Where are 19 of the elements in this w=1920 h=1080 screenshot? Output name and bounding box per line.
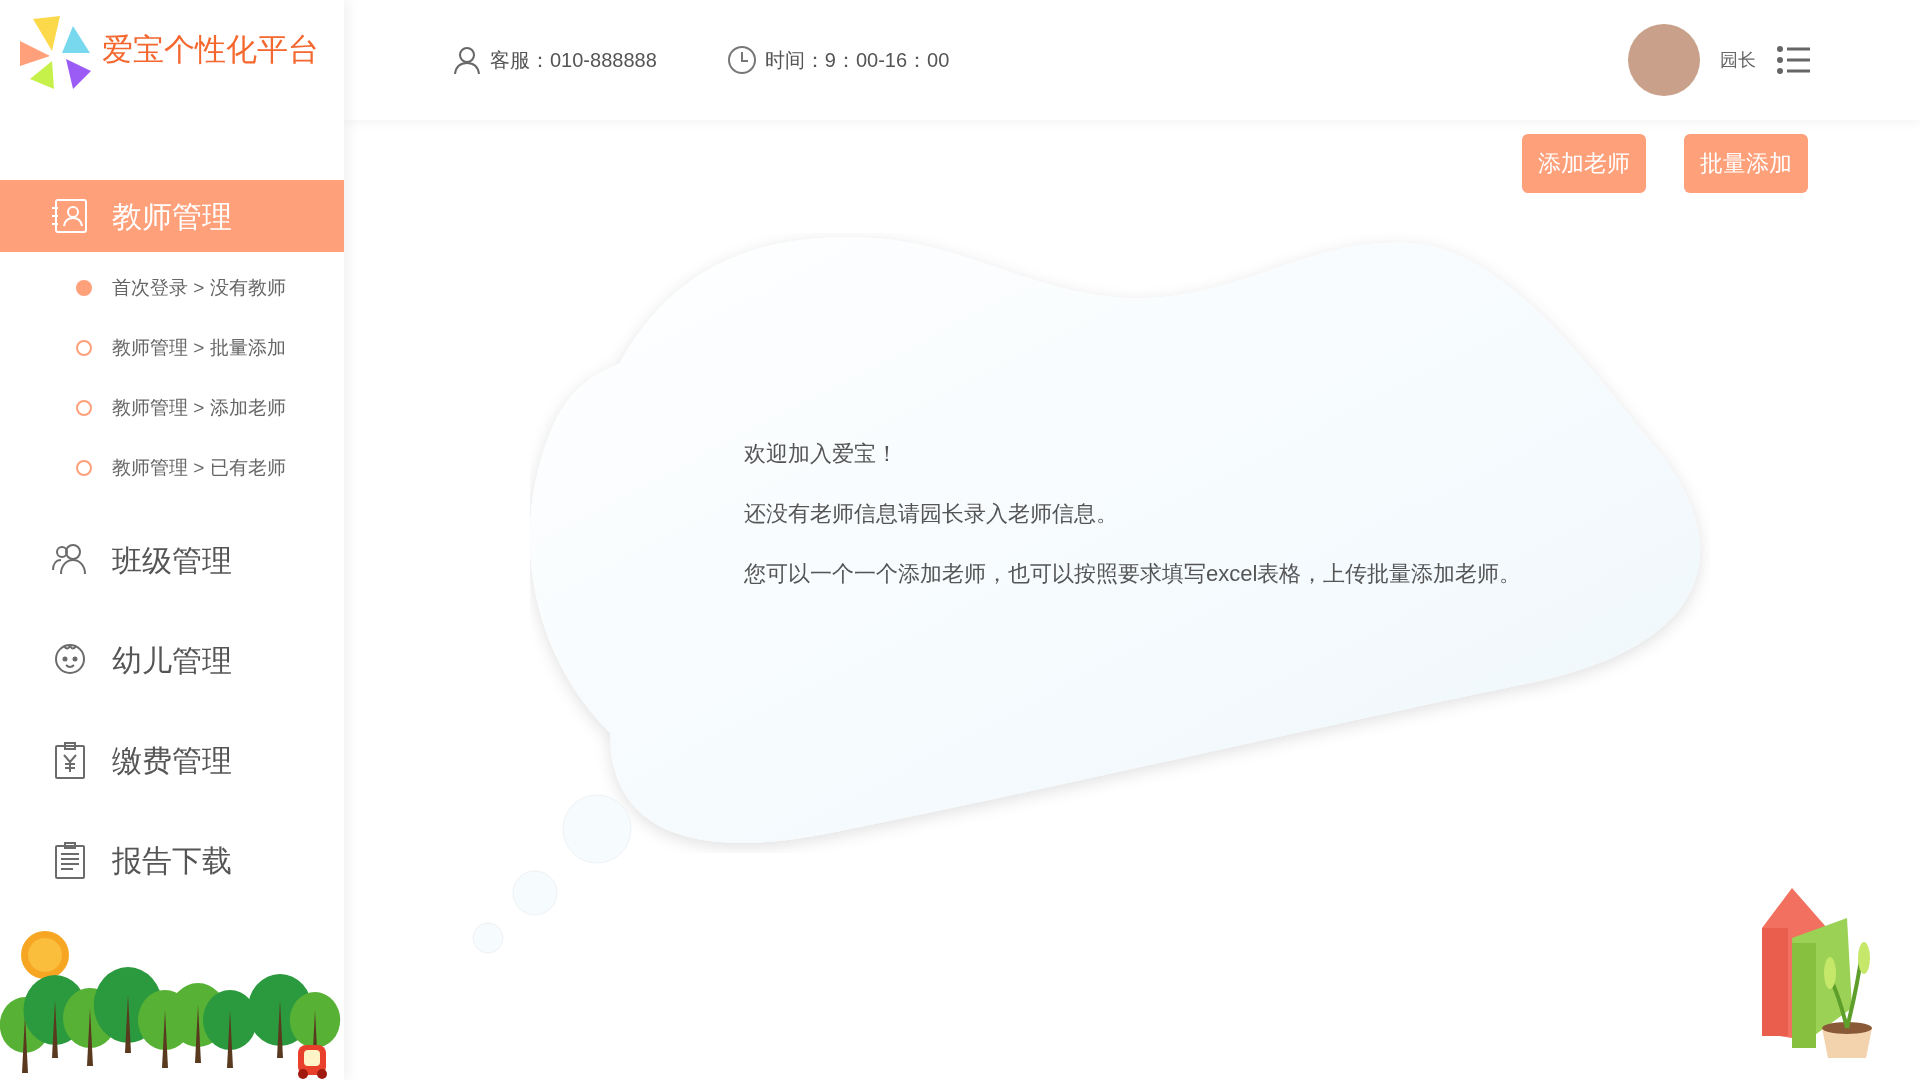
platform-title: 爱宝个性化平台 xyxy=(102,31,319,70)
user-role: 园长 xyxy=(1720,48,1756,72)
message-text: 您可以一个一个添加老师，也可以按照要求填写excel表格，上传批量添加老师。 xyxy=(744,561,1523,587)
message-text: 还没有老师信息请园长录入老师信息。 xyxy=(744,501,1119,527)
clock-icon xyxy=(726,45,757,75)
contact-card-icon xyxy=(50,196,90,236)
sidebar-subitem[interactable]: 教师管理 > 添加老师 xyxy=(0,378,344,438)
sidebar-item[interactable]: 缴费管理 xyxy=(0,710,344,810)
person-icon xyxy=(452,45,482,75)
sidebar-item[interactable]: 报告下载 xyxy=(0,810,344,910)
service-phone: 客服：010-888888 xyxy=(490,48,657,73)
sidebar-subitem[interactable]: 首次登录 > 没有教师 xyxy=(0,258,344,318)
sidebar-subitem[interactable]: 教师管理 > 已有老师 xyxy=(0,438,344,498)
menu-icon[interactable] xyxy=(1776,45,1810,75)
sidebar-item[interactable]: 幼儿管理 xyxy=(0,610,344,710)
sidebar-subitem[interactable]: 教师管理 > 批量添加 xyxy=(0,318,344,378)
sidebar-item[interactable]: 班级管理 xyxy=(0,510,344,610)
message-text: 欢迎加入爱宝！ xyxy=(744,441,899,467)
service-hours: 时间：9：00-16：00 xyxy=(764,48,950,73)
